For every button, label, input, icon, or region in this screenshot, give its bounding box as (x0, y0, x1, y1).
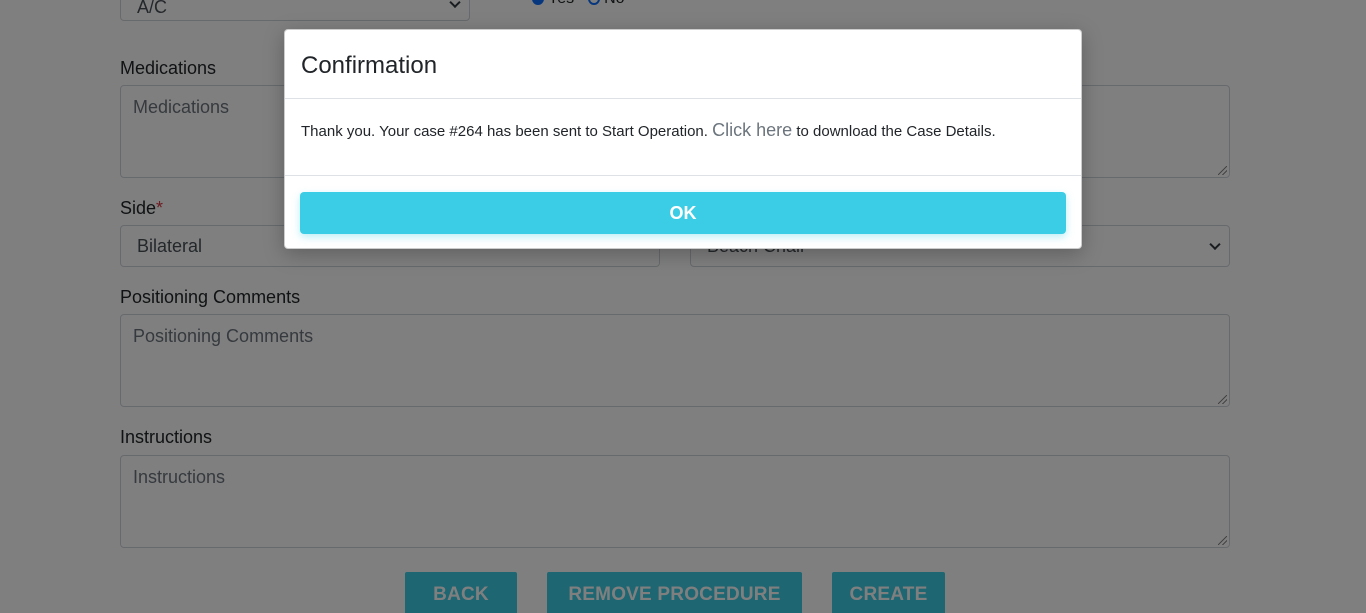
modal-body: Thank you. Your case #264 has been sent … (285, 99, 1081, 176)
confirmation-modal: Confirmation Thank you. Your case #264 h… (284, 29, 1082, 249)
download-case-details-link[interactable]: Click here (712, 120, 792, 140)
modal-message-start: Thank you. Your case #264 has been sent … (301, 123, 708, 140)
modal-header: Confirmation (285, 30, 1081, 99)
modal-title: Confirmation (301, 52, 438, 79)
ok-button[interactable]: OK (300, 192, 1066, 234)
modal-message-end: to download the Case Details. (796, 123, 996, 140)
modal-footer: OK (285, 176, 1081, 250)
case-form-page: A/C Yes No Medications Medications Side*… (0, 0, 1366, 613)
